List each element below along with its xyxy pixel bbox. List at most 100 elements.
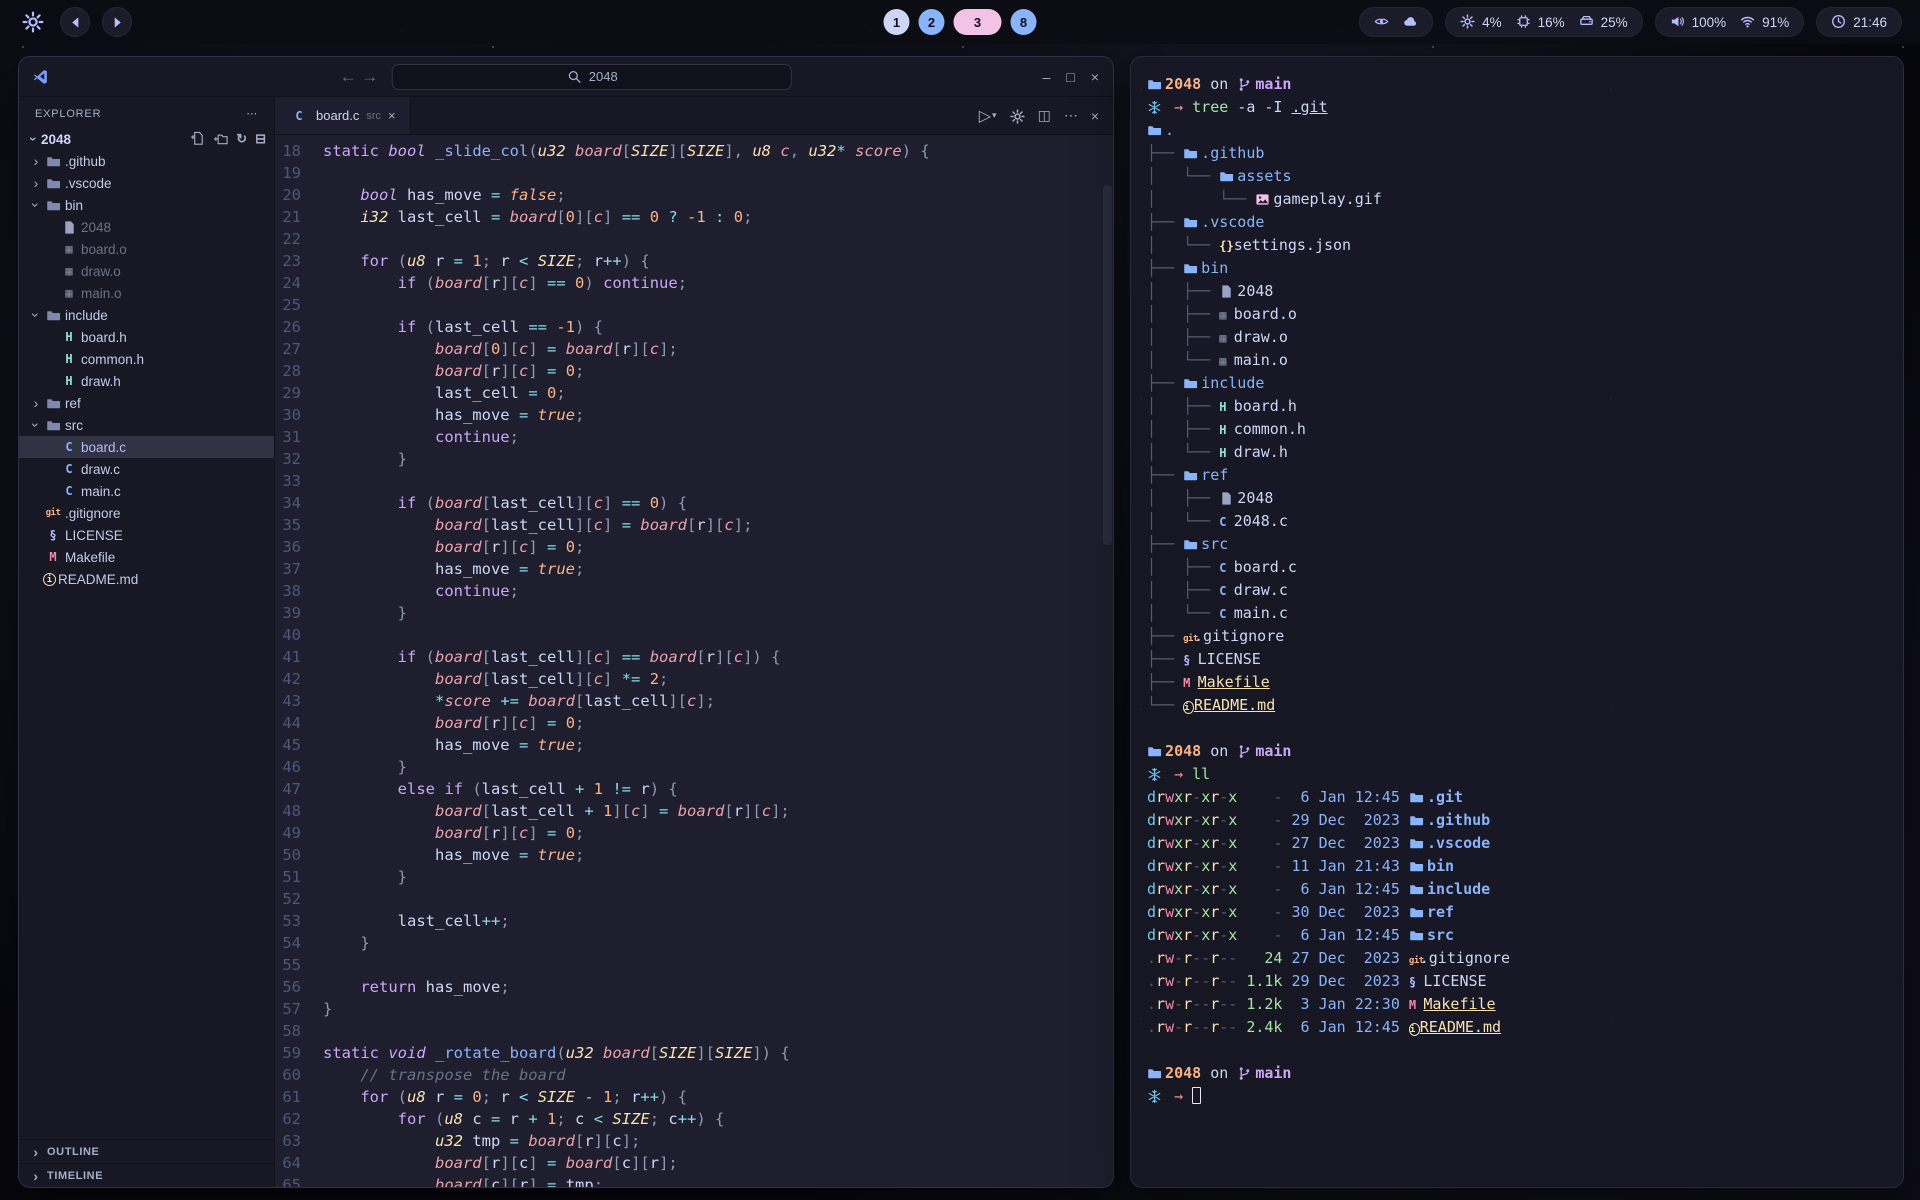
explorer-item-draw.o[interactable]: ▦draw.o — [19, 260, 274, 282]
more-actions-icon[interactable]: ⋯ — [246, 107, 258, 120]
line-number: 46 — [275, 756, 323, 778]
new-folder-icon[interactable] — [213, 131, 228, 147]
explorer-item-board.c[interactable]: Cboard.c — [19, 436, 274, 458]
project-root-row[interactable]: › 2048 ↻⊟ — [19, 128, 274, 150]
terminal-line: drwxr-xr-x - 6 Jan 12:45 src — [1147, 924, 1887, 947]
weather-module[interactable] — [1359, 7, 1433, 37]
workspace-8[interactable]: 8 — [1011, 9, 1037, 35]
explorer-item-LICENSE[interactable]: §LICENSE — [19, 524, 274, 546]
git-icon: git — [43, 508, 63, 518]
line-number: 51 — [275, 866, 323, 888]
file-label: draw.o — [81, 264, 121, 279]
c-icon: C — [59, 440, 79, 454]
code-line-45: 45 has_move = true; — [275, 734, 1113, 756]
outline-section[interactable]: › OUTLINE — [19, 1139, 274, 1163]
workspace-2[interactable]: 2 — [919, 9, 945, 35]
refresh-icon[interactable]: ↻ — [236, 131, 247, 147]
line-number: 20 — [275, 184, 323, 206]
settings-icon[interactable] — [1010, 108, 1025, 124]
file-label: draw.c — [81, 462, 120, 477]
close-tab-icon[interactable]: × — [388, 108, 396, 123]
workspace-switcher: 1238 — [884, 9, 1037, 35]
folder-icon — [1183, 372, 1201, 395]
explorer-item-board.o[interactable]: ▦board.o — [19, 238, 274, 260]
explorer-item-bin[interactable]: ›bin — [19, 194, 274, 216]
collapse-all-icon[interactable]: ⊟ — [255, 131, 266, 147]
explorer-item-main.o[interactable]: ▦main.o — [19, 282, 274, 304]
terminal-line: → ll — [1147, 763, 1887, 786]
more-icon[interactable]: ⋯ — [1064, 107, 1078, 124]
editor-scrollbar[interactable] — [1103, 185, 1112, 545]
terminal-line: │ └── {}settings.json — [1147, 234, 1887, 257]
h-icon: H — [1219, 396, 1233, 419]
terminal-line: .rw-r--r-- 1.1k 29 Dec 2023 §LICENSE — [1147, 970, 1887, 993]
c-icon: C — [59, 484, 79, 498]
tab-label: board.c — [316, 108, 359, 123]
line-number: 43 — [275, 690, 323, 712]
close-icon[interactable]: × — [1091, 108, 1099, 124]
line-number: 61 — [275, 1086, 323, 1108]
prompt-directory: 2048 — [1165, 1064, 1201, 1082]
readme-icon: i — [1183, 701, 1194, 714]
file-label: LICENSE — [65, 528, 123, 543]
folder-icon — [1409, 809, 1427, 832]
maximize-button[interactable]: □ — [1066, 69, 1074, 85]
explorer-item-main.c[interactable]: Cmain.c — [19, 480, 274, 502]
line-number: 49 — [275, 822, 323, 844]
workspace-1[interactable]: 1 — [884, 9, 910, 35]
minimize-button[interactable]: – — [1043, 69, 1051, 85]
wifi-value: 91% — [1762, 15, 1789, 30]
vscode-window: ← → 2048 –□× EXPLORER ⋯ › 2048 ↻⊟ ›.g — [18, 56, 1114, 1188]
split-editor-icon[interactable]: ◫ — [1038, 107, 1051, 124]
code-line-42: 42 board[last_cell][c] *= 2; — [275, 668, 1113, 690]
explorer-item-src[interactable]: ›src — [19, 414, 274, 436]
clock-module[interactable]: 21:46 — [1816, 7, 1902, 37]
code-line-50: 50 has_move = true; — [275, 844, 1113, 866]
snow-icon — [1147, 1085, 1165, 1108]
arrow-left-icon[interactable]: ← — [340, 67, 357, 86]
explorer-item-Makefile[interactable]: MMakefile — [19, 546, 274, 568]
workspace-3[interactable]: 3 — [954, 9, 1002, 35]
explorer-sidebar: EXPLORER ⋯ › 2048 ↻⊟ ›.github›.vscode›bi… — [19, 97, 275, 1187]
explorer-item-include[interactable]: ›include — [19, 304, 274, 326]
code-editor[interactable]: 18static bool _slide_col(u32 board[SIZE]… — [275, 135, 1113, 1187]
vscode-body: EXPLORER ⋯ › 2048 ↻⊟ ›.github›.vscode›bi… — [19, 97, 1113, 1187]
explorer-item-common.h[interactable]: Hcommon.h — [19, 348, 274, 370]
explorer-item-.vscode[interactable]: ›.vscode — [19, 172, 274, 194]
terminal-line: │ ├── Hboard.h — [1147, 395, 1887, 418]
snow-icon — [1147, 763, 1165, 786]
terminal-line: ├── .github — [1147, 142, 1887, 165]
obj-icon: ▦ — [1219, 327, 1233, 350]
line-number: 59 — [275, 1042, 323, 1064]
outline-label: OUTLINE — [47, 1146, 99, 1158]
code-line-51: 51 } — [275, 866, 1113, 888]
prev-button[interactable] — [60, 7, 90, 37]
close-button[interactable]: × — [1091, 69, 1099, 85]
arrow-right-icon[interactable]: → — [361, 67, 378, 86]
explorer-item-README.md[interactable]: iREADME.md — [19, 568, 274, 590]
tab-board-c[interactable]: C board.c src × — [275, 97, 411, 134]
command-center-search[interactable]: 2048 — [392, 64, 792, 90]
terminal-window[interactable]: 2048 on main → tree -a -I .git.├── .gith… — [1130, 56, 1904, 1188]
audio-network-module[interactable]: 100%91% — [1655, 7, 1805, 37]
timeline-section[interactable]: › TIMELINE — [19, 1163, 274, 1187]
explorer-item-.github[interactable]: ›.github — [19, 150, 274, 172]
explorer-item-2048[interactable]: 2048 — [19, 216, 274, 238]
next-button[interactable] — [102, 7, 132, 37]
sidebar-bottom-sections: › OUTLINE › TIMELINE — [19, 1139, 274, 1187]
new-file-icon[interactable] — [190, 131, 205, 147]
line-number: 29 — [275, 382, 323, 404]
explorer-item-board.h[interactable]: Hboard.h — [19, 326, 274, 348]
explorer-title: EXPLORER — [35, 108, 101, 120]
explorer-item-draw.c[interactable]: Cdraw.c — [19, 458, 274, 480]
h-icon: H — [59, 374, 79, 388]
explorer-item-draw.h[interactable]: Hdraw.h — [19, 370, 274, 392]
launcher-button[interactable] — [18, 7, 48, 37]
project-name: 2048 — [41, 132, 71, 147]
system-stats-module[interactable]: 4%16%25% — [1445, 7, 1643, 37]
terminal-line: │ ├── Hcommon.h — [1147, 418, 1887, 441]
code-line-20: 20 bool has_move = false; — [275, 184, 1113, 206]
run-button[interactable]: ▷▾ — [979, 106, 997, 126]
explorer-item-.gitignore[interactable]: git.gitignore — [19, 502, 274, 524]
explorer-item-ref[interactable]: ›ref — [19, 392, 274, 414]
